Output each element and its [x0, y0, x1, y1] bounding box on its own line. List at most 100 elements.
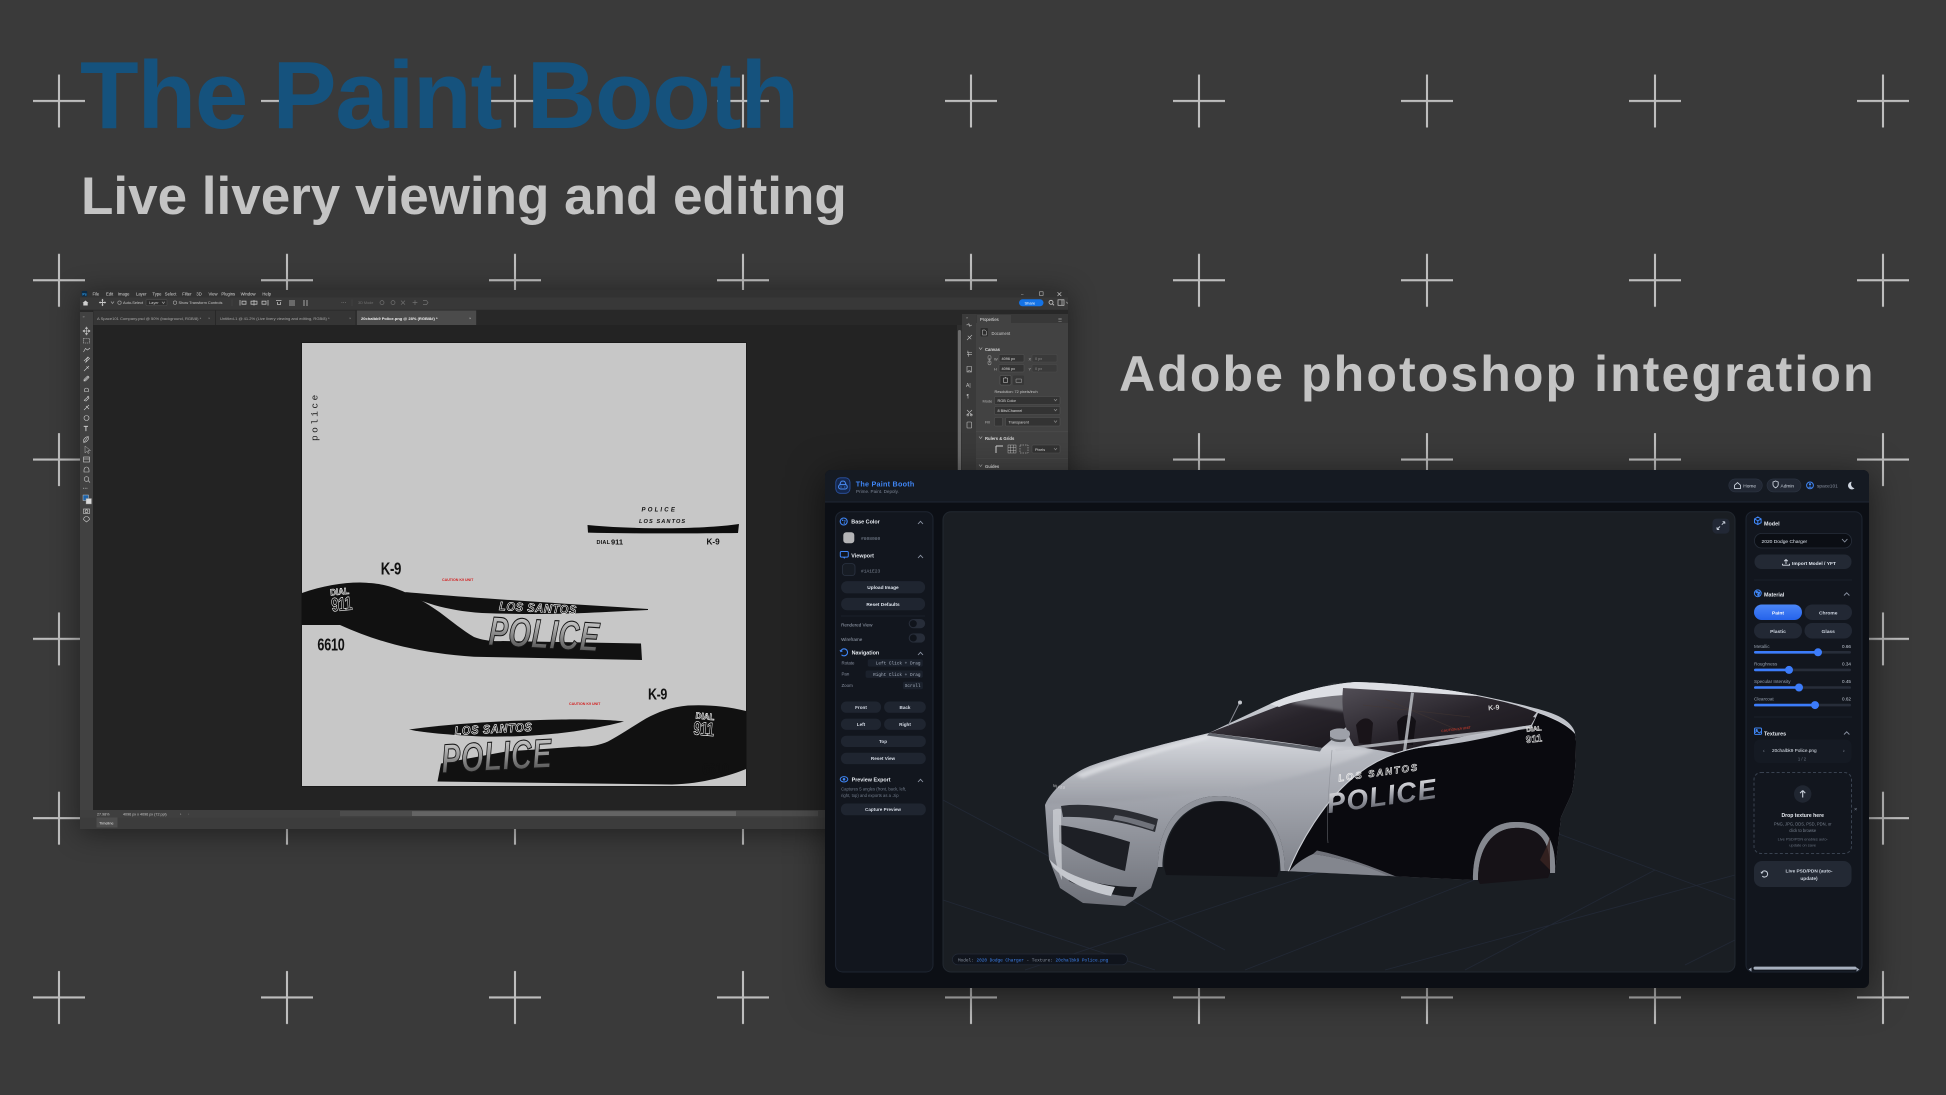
- svg-text:Rendered View: Rendered View: [841, 623, 873, 628]
- svg-text:Drop texture here: Drop texture here: [1781, 813, 1824, 819]
- svg-text:1 / 2: 1 / 2: [1798, 757, 1807, 762]
- svg-text:Right Click + Drag: Right Click + Drag: [873, 673, 921, 678]
- svg-text:Image: Image: [118, 291, 130, 296]
- svg-text:Model: 2020 Dodge Charger - Te: Model: 2020 Dodge Charger - Texture: 20c…: [958, 958, 1109, 963]
- svg-text:Show Transform Controls: Show Transform Controls: [179, 300, 223, 305]
- svg-text:6610: 6610: [702, 761, 729, 779]
- svg-text:Zoom: Zoom: [842, 683, 854, 688]
- svg-text:Capture Preview: Capture Preview: [865, 807, 901, 812]
- svg-text:Material: Material: [1764, 593, 1785, 599]
- svg-text:POLICE: POLICE: [487, 609, 601, 661]
- svg-text:Reset Defaults: Reset Defaults: [866, 602, 900, 608]
- svg-text:0.34: 0.34: [1842, 661, 1851, 666]
- svg-text:K-9: K-9: [707, 538, 721, 547]
- svg-text:Pixels: Pixels: [1035, 448, 1045, 452]
- svg-text:Pan: Pan: [842, 672, 850, 677]
- svg-text:Share: Share: [1025, 300, 1036, 305]
- svg-text:27.98%: 27.98%: [97, 812, 110, 816]
- svg-text:0.62: 0.62: [1842, 697, 1851, 702]
- svg-text:Auto-Select: Auto-Select: [123, 300, 144, 305]
- svg-text:Chrome: Chrome: [1819, 611, 1838, 617]
- svg-text:RGB Color: RGB Color: [998, 399, 1017, 403]
- svg-text:4096 px: 4096 px: [1002, 357, 1016, 361]
- svg-text:update): update): [1800, 876, 1818, 882]
- svg-text:X: X: [1029, 357, 1032, 362]
- svg-text:update on save: update on save: [1789, 843, 1816, 848]
- svg-text:911: 911: [1525, 733, 1543, 746]
- svg-text:Textures: Textures: [1764, 732, 1786, 738]
- svg-text:police: police: [310, 392, 321, 441]
- svg-text:Document: Document: [992, 331, 1012, 336]
- svg-text:911: 911: [693, 717, 716, 741]
- svg-text:0.66: 0.66: [1842, 644, 1851, 649]
- svg-text:right, top) and exports as a .: right, top) and exports as a .zip: [841, 793, 899, 798]
- svg-text:Specular Intensity: Specular Intensity: [1754, 679, 1791, 684]
- svg-text:4096 px: 4096 px: [1002, 367, 1016, 371]
- svg-text:Admin: Admin: [1781, 483, 1795, 489]
- svg-text:3D Mode: 3D Mode: [358, 301, 373, 305]
- svg-text:W: W: [994, 357, 998, 362]
- svg-text:0 px: 0 px: [1035, 367, 1042, 371]
- svg-text:Rotate: Rotate: [842, 660, 855, 665]
- svg-text:Plugins: Plugins: [221, 291, 235, 296]
- svg-text:Select: Select: [165, 291, 177, 296]
- svg-text:20chalbk9 Police.png: 20chalbk9 Police.png: [1772, 748, 1817, 753]
- svg-text:Preview Export: Preview Export: [852, 778, 891, 784]
- svg-text:Properties: Properties: [980, 317, 999, 322]
- svg-text:PNG, JPG, DDS, PSD, PDN, or: PNG, JPG, DDS, PSD, PDN, or: [1774, 822, 1832, 827]
- svg-text:Layer: Layer: [136, 291, 147, 296]
- svg-text:#808080: #808080: [861, 536, 881, 542]
- svg-text:LOS SANTOS: LOS SANTOS: [639, 519, 686, 525]
- svg-text:Paint: Paint: [1772, 611, 1784, 617]
- svg-text:K-9: K-9: [381, 560, 402, 579]
- svg-text:Canvas: Canvas: [985, 347, 1001, 352]
- svg-text:⋯: ⋯: [83, 486, 88, 492]
- svg-text:Left Click + Drag: Left Click + Drag: [876, 662, 921, 667]
- svg-text:×: ×: [1854, 807, 1857, 813]
- svg-text:Left: Left: [857, 722, 866, 727]
- svg-text:Roughness: Roughness: [1754, 661, 1778, 666]
- svg-text:K-9: K-9: [648, 686, 667, 704]
- svg-text:Clearcoat: Clearcoat: [1754, 697, 1774, 702]
- svg-text:6610: 6610: [317, 636, 344, 656]
- svg-text:Navigation: Navigation: [852, 651, 880, 657]
- svg-text:#1A1E23: #1A1E23: [861, 568, 881, 574]
- svg-text:Captures 5 angles (front, back: Captures 5 angles (front, back, left,: [841, 787, 906, 792]
- svg-text:File: File: [93, 291, 100, 296]
- svg-text:Window: Window: [241, 291, 257, 296]
- svg-text:Untitled-1 @ 41.2% (Live liver: Untitled-1 @ 41.2% (Live livery viewing …: [220, 316, 330, 321]
- svg-text:CAUTION K9 UNIT: CAUTION K9 UNIT: [569, 702, 601, 706]
- svg-text:Right: Right: [899, 722, 911, 727]
- svg-text:911: 911: [330, 592, 353, 616]
- svg-text:K-9: K-9: [1488, 704, 1500, 712]
- svg-text:click to browse: click to browse: [1789, 828, 1817, 833]
- svg-text:A|: A|: [966, 383, 971, 389]
- svg-text:Prime. Paint. Depoly.: Prime. Paint. Depoly.: [856, 489, 899, 494]
- svg-text:DIAL: DIAL: [597, 540, 611, 546]
- svg-text:911: 911: [611, 538, 623, 547]
- svg-text:Filter: Filter: [182, 291, 192, 296]
- svg-text:Back: Back: [900, 705, 911, 710]
- svg-text:¶: ¶: [967, 394, 970, 400]
- svg-text:POLICE: POLICE: [642, 508, 678, 514]
- svg-text:Model: Model: [1764, 522, 1780, 528]
- svg-text:2020 Dodge Charger: 2020 Dodge Charger: [1762, 539, 1808, 545]
- svg-text:4096 px x 4096 px (72 ppi): 4096 px x 4096 px (72 ppi): [123, 812, 167, 816]
- svg-text:0.45: 0.45: [1842, 679, 1851, 684]
- svg-text:20chalbk9 Police.png @ 28% (RG: 20chalbk9 Police.png @ 28% (RGB/8#) *: [361, 316, 438, 321]
- svg-text:Live PSD/PDN enables auto-: Live PSD/PDN enables auto-: [1778, 837, 1829, 842]
- svg-text:Layer: Layer: [149, 300, 159, 305]
- svg-text:Resolution: 72 pixels/inch: Resolution: 72 pixels/inch: [995, 390, 1038, 394]
- svg-text:Guides: Guides: [985, 464, 1000, 469]
- svg-text:H: H: [994, 367, 997, 372]
- svg-text:0 px: 0 px: [1035, 357, 1042, 361]
- svg-text:Edit: Edit: [106, 291, 114, 296]
- svg-text:Ps: Ps: [82, 292, 86, 296]
- svg-text:⋯: ⋯: [341, 301, 347, 307]
- svg-text:Help: Help: [262, 291, 271, 296]
- svg-text:Viewport: Viewport: [851, 554, 874, 560]
- svg-text:A Space101 Company.psd @ 50% (: A Space101 Company.psd @ 50% (background…: [97, 316, 202, 321]
- svg-text:Plastic: Plastic: [1770, 629, 1786, 635]
- svg-text:Wireframe: Wireframe: [841, 637, 863, 642]
- svg-text:3D: 3D: [196, 291, 201, 296]
